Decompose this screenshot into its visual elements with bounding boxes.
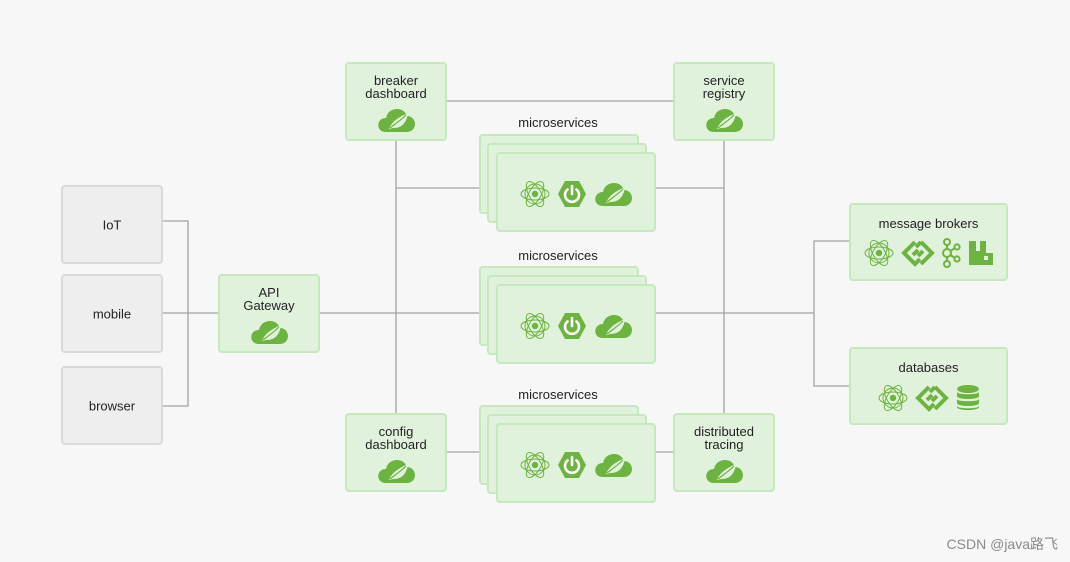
backends-bracket-line: [813, 240, 849, 387]
microservice-card-front[interactable]: [496, 152, 656, 232]
client-label: mobile: [92, 306, 132, 321]
microservice-card-front[interactable]: [496, 284, 656, 364]
spring-cloud-icon: [704, 107, 744, 133]
service-registry-box[interactable]: service registry: [673, 62, 775, 141]
databases-label: databases: [898, 360, 959, 375]
atom-icon: [519, 310, 551, 342]
spring-cloud-icon: [593, 181, 633, 207]
database-icon: [955, 384, 981, 412]
message-brokers-box[interactable]: message brokers: [849, 203, 1008, 281]
spring-cloud-icon: [376, 107, 416, 133]
database-icons: [851, 382, 1006, 414]
client-browser[interactable]: browser: [61, 366, 163, 445]
spring-cloud-icon: [593, 452, 633, 478]
microservice-card-front[interactable]: [496, 423, 656, 503]
microservices-label: microservices: [518, 115, 598, 130]
spring-cloud-icon: [249, 319, 289, 345]
microservices-label: microservices: [518, 387, 598, 402]
atom-icon: [877, 382, 909, 414]
microservice-icons: [498, 449, 654, 481]
spring-boot-power-icon: [557, 311, 587, 341]
databases-box[interactable]: databases: [849, 347, 1008, 425]
breaker-dashboard-label: breaker dashboard: [365, 73, 427, 101]
spring-boot-power-icon: [557, 450, 587, 480]
rabbitmq-icon: [967, 239, 995, 267]
config-dashboard-box[interactable]: config dashboard: [345, 413, 447, 492]
client-label: browser: [88, 398, 136, 413]
config-dashboard-label: config dashboard: [365, 424, 427, 452]
spring-cloud-icon: [593, 313, 633, 339]
client-label: IoT: [102, 217, 122, 232]
microservice-icons: [498, 178, 654, 210]
breaker-dashboard-box[interactable]: breaker dashboard: [345, 62, 447, 141]
spring-cloud-icon: [376, 458, 416, 484]
microservices-label: microservices: [518, 248, 598, 263]
message-brokers-label: message brokers: [878, 216, 979, 231]
service-registry-label: service registry: [702, 73, 746, 101]
spring-cloud-icon: [704, 458, 744, 484]
atom-icon: [519, 449, 551, 481]
spring-integration-icon: [900, 238, 935, 268]
watermark: CSDN @java路飞: [946, 536, 1058, 552]
distributed-tracing-box[interactable]: distributed tracing: [673, 413, 775, 492]
api-gateway-label: API Gateway: [243, 285, 295, 313]
spring-boot-power-icon: [557, 179, 587, 209]
distributed-tracing-label: distributed tracing: [694, 424, 754, 452]
atom-icon: [863, 237, 895, 269]
microservice-icons: [498, 310, 654, 342]
atom-icon: [519, 178, 551, 210]
spring-integration-icon: [914, 383, 949, 413]
kafka-icon: [941, 238, 961, 268]
api-gateway-box[interactable]: API Gateway: [218, 274, 320, 353]
client-mobile[interactable]: mobile: [61, 274, 163, 353]
message-broker-icons: [851, 237, 1006, 269]
client-iot[interactable]: IoT: [61, 185, 163, 264]
